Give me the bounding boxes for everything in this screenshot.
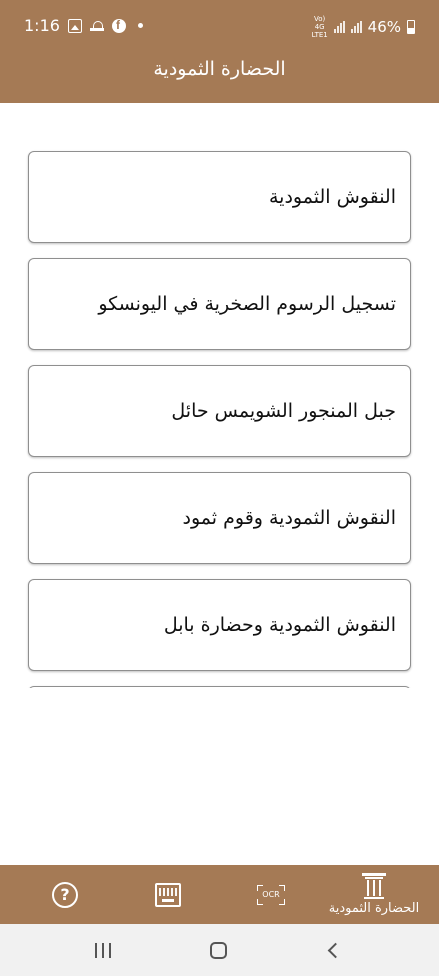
topics-list[interactable]: النقوش الثمودية تسجيل الرسوم الصخرية في … <box>0 103 439 688</box>
keyboard-button[interactable] <box>143 865 193 924</box>
ocr-scan-icon: OCR <box>257 884 285 905</box>
bottom-navigation: ? OCR الحضارة الثمودية <box>0 865 439 924</box>
list-item[interactable]: النقوش الثمودية <box>28 151 411 243</box>
battery-icon <box>407 20 415 34</box>
network-indicator: Vo) 4G LTE1 <box>312 15 328 39</box>
status-time: 1:16 <box>24 16 60 35</box>
cloud-icon <box>89 20 104 31</box>
status-bar: 1:16 Vo) 4G LTE1 46% <box>0 0 439 50</box>
status-left: 1:16 <box>24 16 143 35</box>
app-header: 1:16 Vo) 4G LTE1 46% الحضارة الثمودية <box>0 0 439 103</box>
list-item-label: تسجيل الرسوم الصخرية في اليونسكو <box>98 293 396 315</box>
home-icon <box>209 941 227 959</box>
pillar-icon <box>362 873 386 899</box>
list-item[interactable]: تسجيل الرسوم الصخرية في اليونسكو <box>28 258 411 350</box>
list-item[interactable]: النقوش الثمودية وحضارة بابل <box>28 579 411 671</box>
list-item[interactable] <box>28 686 411 688</box>
list-item[interactable]: النقوش الثمودية وقوم ثمود <box>28 472 411 564</box>
page-title: الحضارة الثمودية <box>153 58 286 80</box>
battery-percent: 46% <box>367 18 401 36</box>
status-right: Vo) 4G LTE1 46% <box>312 15 415 39</box>
home-tab-label: الحضارة الثمودية <box>328 901 420 916</box>
ocr-button[interactable]: OCR <box>246 865 296 924</box>
list-item-label: النقوش الثمودية وقوم ثمود <box>182 507 396 529</box>
help-icon: ? <box>52 881 78 908</box>
home-tab-button[interactable]: الحضارة الثمودية <box>318 865 430 924</box>
network-bottom-label: LTE1 <box>311 31 328 39</box>
network-top-label: Vo) 4G <box>314 15 326 31</box>
list-item-label: النقوش الثمودية <box>269 186 396 208</box>
recents-icon <box>95 942 111 958</box>
signal-icon <box>350 21 362 33</box>
list-item-label: جبل المنجور الشويمس حائل <box>171 400 396 422</box>
list-item-label: النقوش الثمودية وحضارة بابل <box>163 614 396 636</box>
signal-icon <box>333 21 345 33</box>
gallery-icon <box>67 18 82 33</box>
system-navigation-bar <box>0 924 439 976</box>
keyboard-icon <box>155 882 181 907</box>
notification-dot-icon <box>137 23 143 28</box>
list-item[interactable]: جبل المنجور الشويمس حائل <box>28 365 411 457</box>
back-button[interactable] <box>303 924 363 976</box>
help-button[interactable]: ? <box>40 865 90 924</box>
facebook-icon <box>111 18 126 33</box>
back-icon <box>327 942 343 958</box>
home-button[interactable] <box>188 924 248 976</box>
ocr-label: OCR <box>262 890 280 899</box>
recents-button[interactable] <box>73 924 133 976</box>
